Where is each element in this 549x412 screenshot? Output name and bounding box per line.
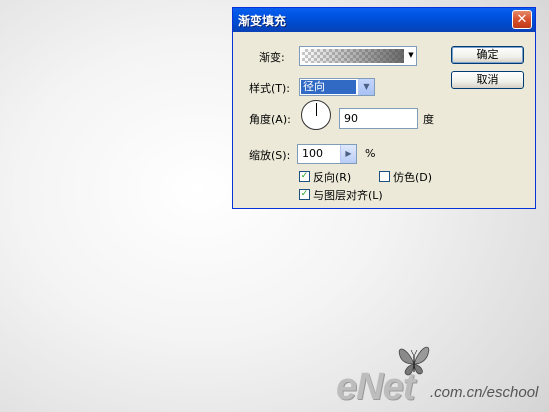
reverse-label[interactable]: 反向(R): [313, 169, 351, 185]
dither-checkbox[interactable]: [379, 171, 390, 182]
gradient-label: 渐变:: [259, 51, 285, 64]
dither-label[interactable]: 仿色(D): [393, 169, 432, 185]
gradient-swatch[interactable]: [302, 49, 404, 63]
scale-label: 缩放(S):: [249, 149, 291, 162]
align-with-layer-label[interactable]: 与图层对齐(L): [313, 187, 383, 203]
angle-unit: 度: [423, 113, 434, 126]
chevron-down-icon[interactable]: ▼: [358, 79, 374, 95]
enet-watermark: eNet .com.cn/eschool: [336, 340, 546, 410]
dialog-title: 渐变填充: [238, 14, 287, 28]
watermark-brand: eNet: [336, 366, 415, 408]
cancel-button[interactable]: 取消: [451, 71, 524, 89]
close-icon: ✕: [516, 12, 528, 27]
dialog-titlebar[interactable]: 渐变填充 ✕: [233, 8, 535, 32]
close-button[interactable]: ✕: [512, 10, 532, 29]
style-label: 样式(T):: [249, 82, 291, 95]
angle-label: 角度(A):: [249, 113, 291, 126]
gradient-fill-dialog: 渐变填充 ✕ 渐变: ▼ 样式(T): 径向 ▼ 角度(A): 90 度 缩放(…: [232, 7, 536, 209]
ok-button[interactable]: 确定: [451, 46, 524, 64]
scale-value[interactable]: 100: [302, 147, 323, 160]
style-select[interactable]: 径向 ▼: [299, 78, 375, 96]
style-selected-value: 径向: [301, 80, 356, 94]
scale-unit: %: [365, 147, 376, 160]
angle-input[interactable]: 90: [339, 108, 418, 129]
watermark-url: .com.cn/eschool: [430, 384, 539, 401]
reverse-checkbox[interactable]: ✓: [299, 171, 310, 182]
gradient-picker[interactable]: ▼: [299, 46, 417, 66]
chevron-down-icon[interactable]: ▼: [406, 47, 416, 65]
angle-dial[interactable]: [301, 100, 331, 130]
align-with-layer-checkbox[interactable]: ✓: [299, 189, 310, 200]
stepper-arrow-icon[interactable]: ▶: [340, 145, 356, 163]
angle-needle: [316, 103, 317, 116]
scale-input[interactable]: 100 ▶: [297, 144, 357, 164]
